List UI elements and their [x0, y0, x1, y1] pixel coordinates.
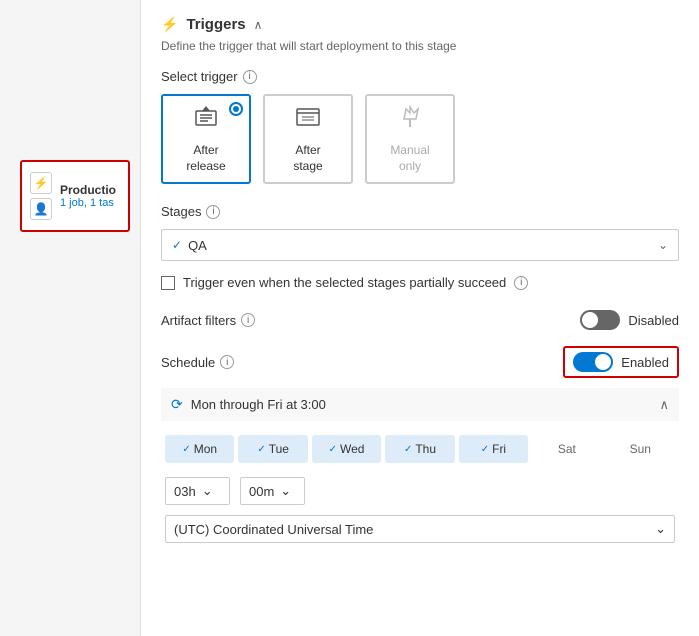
check-icon: ✓ [172, 238, 182, 252]
stage-title: Productio [60, 183, 116, 197]
timezone-chevron-icon: ⌄ [655, 521, 666, 537]
day-sun[interactable]: Sun [606, 435, 675, 463]
day-tue-label: Tue [269, 442, 289, 456]
hour-chevron-icon: ⌄ [202, 483, 213, 499]
stages-info-icon[interactable]: i [206, 205, 220, 219]
schedule-summary-row: ⟳ Mon through Fri at 3:00 ∧ [161, 388, 679, 421]
artifact-filters-row: Artifact filters i Disabled [161, 310, 679, 330]
artifact-filters-track [580, 310, 620, 330]
after-release-icon [192, 103, 220, 137]
schedule-collapse-icon[interactable]: ∧ [659, 397, 669, 413]
days-grid: ✓ Mon ✓ Tue ✓ Wed ✓ Thu ✓ Fri Sat Sun [161, 435, 679, 463]
day-wed[interactable]: ✓ Wed [312, 435, 381, 463]
minute-chevron-icon: ⌄ [280, 483, 291, 499]
schedule-track [573, 352, 613, 372]
trigger-manual-only[interactable]: Manualonly [365, 94, 455, 184]
artifact-filters-toggle-label: Disabled [628, 313, 679, 328]
triggers-icon: ⚡ [161, 16, 178, 33]
day-fri-label: Fri [492, 442, 506, 456]
partial-success-checkbox[interactable] [161, 276, 175, 290]
hour-value: 03h [174, 484, 196, 499]
main-panel: ⚡ Triggers ∧ Define the trigger that wil… [140, 0, 699, 636]
day-wed-check: ✓ [329, 444, 337, 455]
select-trigger-label: Select trigger i [161, 69, 679, 84]
day-thu-check: ✓ [404, 444, 412, 455]
schedule-label: Schedule i [161, 355, 234, 370]
schedule-summary: Mon through Fri at 3:00 [191, 397, 652, 412]
checkbox-info-icon[interactable]: i [514, 276, 528, 290]
trigger-after-stage[interactable]: Afterstage [263, 94, 353, 184]
artifact-filters-info-icon[interactable]: i [241, 313, 255, 327]
manual-only-label: Manualonly [390, 143, 429, 174]
minute-value: 00m [249, 484, 274, 499]
stages-chevron-icon: ⌄ [658, 238, 668, 252]
minute-select[interactable]: 00m ⌄ [240, 477, 305, 505]
radio-selected [229, 102, 243, 116]
schedule-clock-icon: ⟳ [171, 396, 183, 413]
day-mon[interactable]: ✓ Mon [165, 435, 234, 463]
trigger-after-release[interactable]: Afterrelease [161, 94, 251, 184]
day-fri[interactable]: ✓ Fri [459, 435, 528, 463]
panel-title: Triggers [186, 16, 245, 33]
checkbox-row: Trigger even when the selected stages pa… [161, 275, 679, 290]
day-wed-label: Wed [340, 442, 364, 456]
stage-info: Productio 1 job, 1 tas [60, 183, 116, 209]
day-tue-check: ✓ [257, 444, 265, 455]
timezone-value: (UTC) Coordinated Universal Time [174, 522, 373, 537]
day-mon-check: ✓ [182, 444, 190, 455]
select-trigger-info-icon[interactable]: i [243, 70, 257, 84]
day-sun-label: Sun [630, 442, 651, 456]
artifact-filters-label: Artifact filters i [161, 313, 255, 328]
after-release-label: Afterrelease [186, 143, 225, 174]
panel-subtitle: Define the trigger that will start deplo… [161, 39, 679, 53]
time-row: 03h ⌄ 00m ⌄ [161, 477, 679, 505]
hour-select[interactable]: 03h ⌄ [165, 477, 230, 505]
checkbox-label: Trigger even when the selected stages pa… [183, 275, 506, 290]
day-tue[interactable]: ✓ Tue [238, 435, 307, 463]
day-fri-check: ✓ [481, 444, 489, 455]
stages-value: ✓ QA [172, 238, 207, 253]
stage-card[interactable]: ⚡ 👤 Productio 1 job, 1 tas [20, 160, 130, 232]
stages-label: Stages i [161, 204, 679, 219]
manual-only-icon [396, 103, 424, 137]
schedule-toggle[interactable]: Enabled [573, 352, 669, 372]
sidebar: ⚡ 👤 Productio 1 job, 1 tas [0, 0, 140, 636]
after-stage-icon [294, 103, 322, 137]
collapse-button[interactable]: ∧ [254, 18, 263, 32]
stages-dropdown[interactable]: ✓ QA ⌄ [161, 229, 679, 261]
stage-subtitle: 1 job, 1 tas [60, 197, 116, 209]
artifact-filters-toggle[interactable]: Disabled [580, 310, 679, 330]
schedule-thumb [595, 354, 611, 370]
day-sat-label: Sat [558, 442, 576, 456]
schedule-toggle-wrapper: Enabled [563, 346, 679, 378]
panel-header: ⚡ Triggers ∧ [161, 16, 679, 33]
trigger-options: Afterrelease Afterstage Ma [161, 94, 679, 184]
trigger-icon: ⚡ [30, 172, 52, 194]
day-mon-label: Mon [194, 442, 217, 456]
stages-row: Stages i ✓ QA ⌄ [161, 204, 679, 261]
schedule-toggle-label: Enabled [621, 355, 669, 370]
schedule-info-icon[interactable]: i [220, 355, 234, 369]
stage-icons: ⚡ 👤 [30, 172, 52, 220]
after-stage-label: Afterstage [293, 143, 322, 174]
day-thu[interactable]: ✓ Thu [385, 435, 454, 463]
timezone-select[interactable]: (UTC) Coordinated Universal Time ⌄ [165, 515, 675, 543]
timezone-row: (UTC) Coordinated Universal Time ⌄ [161, 515, 679, 543]
user-icon: 👤 [30, 198, 52, 220]
day-sat[interactable]: Sat [532, 435, 601, 463]
day-thu-label: Thu [415, 442, 436, 456]
artifact-filters-thumb [582, 312, 598, 328]
schedule-row: Schedule i Enabled [161, 346, 679, 378]
